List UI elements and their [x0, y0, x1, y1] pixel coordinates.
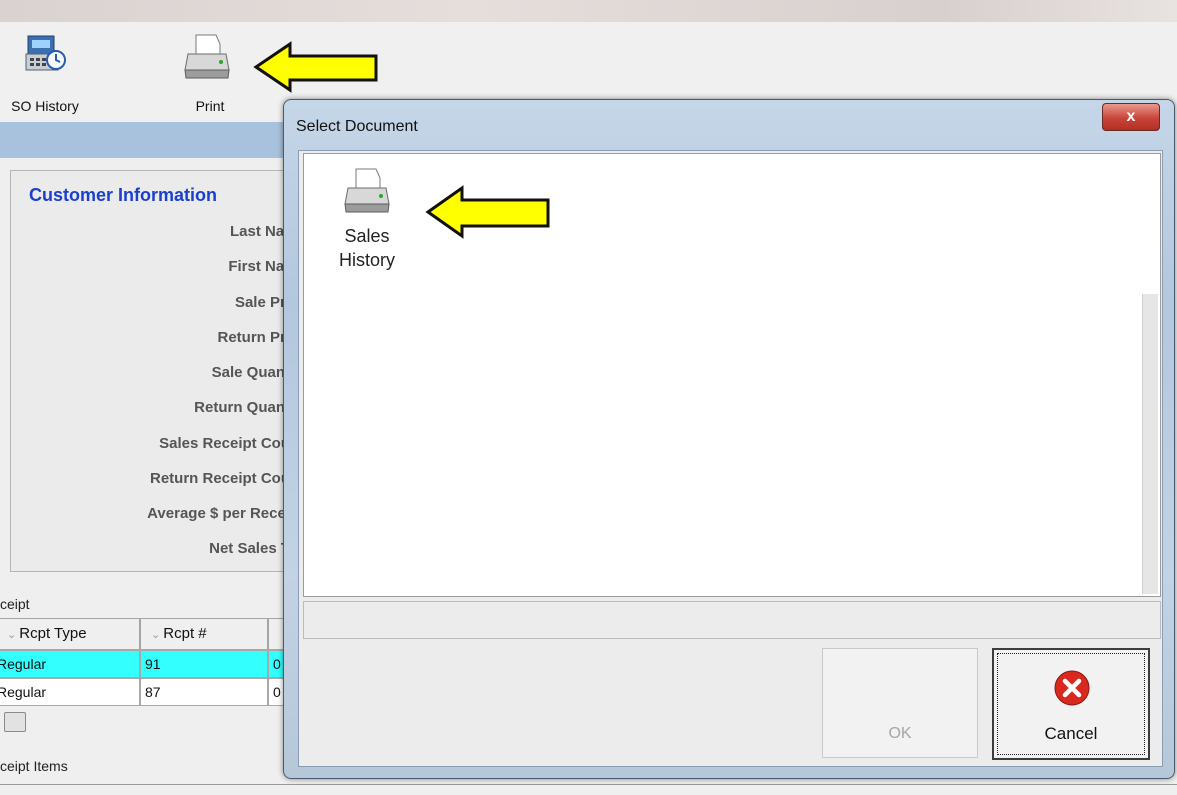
first-name-label: First Nar — [228, 258, 290, 275]
sort-icon: ⌄ — [7, 629, 20, 641]
sort-icon: ⌄ — [151, 629, 164, 641]
receipt-items-header — [0, 784, 1177, 795]
last-name-label: Last Nar — [229, 223, 290, 240]
return-receipt-count-label: Return Receipt Cou — [149, 470, 290, 487]
header-band — [0, 122, 290, 158]
sales-history-document[interactable]: Sales History — [322, 162, 412, 274]
customer-info-title: Customer Information — [29, 185, 218, 205]
print-button[interactable]: Print — [155, 28, 265, 120]
status-strip — [303, 601, 1161, 639]
return-quantity-label: Return Quant — [194, 399, 290, 416]
printer-icon — [184, 34, 230, 79]
sales-history-line1: Sales — [344, 226, 390, 246]
so-history-button[interactable]: SO History — [0, 28, 100, 120]
receipt-section-label: ceipt — [0, 596, 30, 612]
return-price-label: Return Pri — [217, 329, 290, 346]
table-row-type[interactable]: Regular — [0, 678, 140, 706]
dialog-title: Select Document — [296, 118, 418, 135]
rcpt-type-header[interactable]: ⌄ Rcpt Type — [0, 618, 140, 650]
close-icon: x — [1126, 108, 1136, 125]
sales-history-line2: History — [338, 250, 395, 270]
table-row-num[interactable]: 87 — [140, 678, 268, 706]
table-row-num[interactable]: 91 — [140, 650, 268, 678]
vertical-scrollbar[interactable] — [1142, 294, 1158, 594]
close-button[interactable]: x — [1102, 103, 1160, 131]
cancel-icon — [1054, 670, 1090, 706]
sales-receipt-count-label: Sales Receipt Cou — [159, 435, 290, 452]
so-history-label: SO History — [11, 98, 79, 114]
arrow-pointer-icon — [425, 185, 550, 239]
rcpt-num-header[interactable]: ⌄ Rcpt # — [140, 618, 268, 650]
sales-history-label: Sales History — [322, 224, 412, 272]
cash-register-icon — [25, 35, 66, 71]
net-sales-label: Net Sales T — [209, 540, 290, 557]
horizontal-scrollbar-thumb[interactable] — [4, 712, 26, 732]
customer-info-panel: Customer Information Last Nar First Nar … — [10, 170, 290, 572]
sale-price-label: Sale Pri — [234, 294, 290, 311]
arrow-pointer-icon — [253, 41, 378, 93]
cancel-label: Cancel — [1044, 724, 1098, 743]
top-bar — [0, 0, 1177, 22]
printer-icon — [344, 168, 390, 213]
receipt-items-section-label: ceipt Items — [0, 758, 68, 774]
table-row-type[interactable]: Regular — [0, 650, 140, 678]
print-label: Print — [195, 98, 225, 114]
cancel-button[interactable]: Cancel — [992, 648, 1150, 760]
dialog-body: Sales History OK Cancel — [298, 150, 1163, 767]
document-list: Sales History — [303, 153, 1161, 597]
select-document-dialog: Select Document x Sales History OK Cance… — [283, 99, 1175, 779]
ok-button[interactable]: OK — [822, 648, 978, 758]
sale-quantity-label: Sale Quant — [211, 364, 290, 381]
rcpt-type-header-label: Rcpt Type — [19, 625, 87, 642]
average-per-receipt-label: Average $ per Recei — [147, 505, 290, 522]
rcpt-num-header-label: Rcpt # — [163, 625, 207, 642]
